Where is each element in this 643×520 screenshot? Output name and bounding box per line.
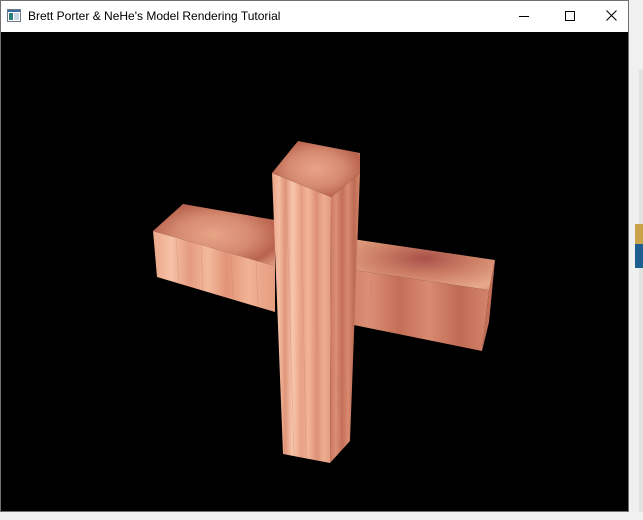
maximize-button[interactable] — [547, 1, 593, 32]
close-button[interactable] — [593, 1, 629, 32]
background-bottom-strip — [0, 512, 643, 520]
rendered-scene — [153, 141, 495, 463]
background-divider — [639, 70, 643, 520]
opengl-viewport[interactable] — [1, 32, 628, 511]
background-window-fragment-accent — [635, 224, 643, 244]
close-icon — [605, 8, 617, 26]
title-bar[interactable]: Brett Porter & NeHe's Model Rendering Tu… — [1, 1, 628, 32]
maximize-icon — [565, 8, 575, 26]
app-window-icon[interactable] — [7, 9, 21, 22]
window-title: Brett Porter & NeHe's Model Rendering Tu… — [28, 9, 281, 23]
minimize-button[interactable] — [501, 1, 547, 32]
minimize-icon — [519, 8, 529, 26]
app-window: Brett Porter & NeHe's Model Rendering Tu… — [0, 0, 629, 512]
